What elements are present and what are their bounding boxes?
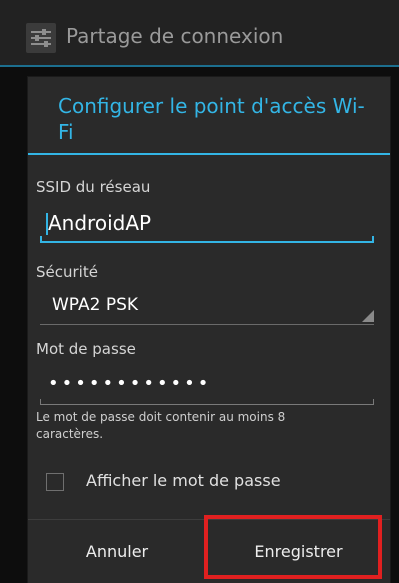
ssid-label: SSID du réseau: [36, 178, 151, 196]
show-password-checkbox[interactable]: [46, 473, 64, 491]
save-button[interactable]: Enregistrer: [207, 520, 390, 583]
password-input[interactable]: ••••••••••••: [40, 367, 374, 405]
password-input-tick-left: [40, 399, 41, 405]
dropdown-corner-icon: [362, 310, 374, 322]
app-bar: Partage de connexion: [0, 0, 399, 67]
password-hint: Le mot de passe doit contenir au moins 8…: [36, 410, 286, 441]
show-password-label: Afficher le mot de passe: [86, 471, 281, 490]
security-spinner[interactable]: WPA2 PSK: [40, 291, 374, 325]
password-input-tick-right: [373, 399, 374, 405]
password-label: Mot de passe: [36, 340, 136, 358]
dialog-button-bar: Annuler Enregistrer: [28, 519, 390, 583]
security-value: WPA2 PSK: [52, 295, 139, 315]
screen: Partage de connexion Configurer le point…: [0, 0, 399, 583]
password-value: ••••••••••••: [48, 373, 212, 394]
cancel-button[interactable]: Annuler: [28, 520, 206, 583]
security-label: Sécurité: [36, 263, 98, 281]
ssid-input[interactable]: AndroidAP: [40, 205, 374, 243]
app-bar-title: Partage de connexion: [66, 24, 284, 48]
ssid-input-tick-left: [40, 236, 42, 243]
dialog-title-divider: [28, 153, 390, 155]
ssid-input-underline: [40, 241, 374, 243]
hotspot-config-dialog: Configurer le point d'accès Wi-Fi SSID d…: [28, 77, 390, 583]
show-password-row[interactable]: Afficher le mot de passe: [46, 471, 366, 501]
dialog-title: Configurer le point d'accès Wi-Fi: [58, 94, 365, 144]
ssid-value: AndroidAP: [48, 211, 152, 235]
tethering-settings-icon: [26, 23, 56, 53]
password-input-underline: [40, 404, 374, 405]
ssid-input-tick-right: [372, 236, 374, 243]
